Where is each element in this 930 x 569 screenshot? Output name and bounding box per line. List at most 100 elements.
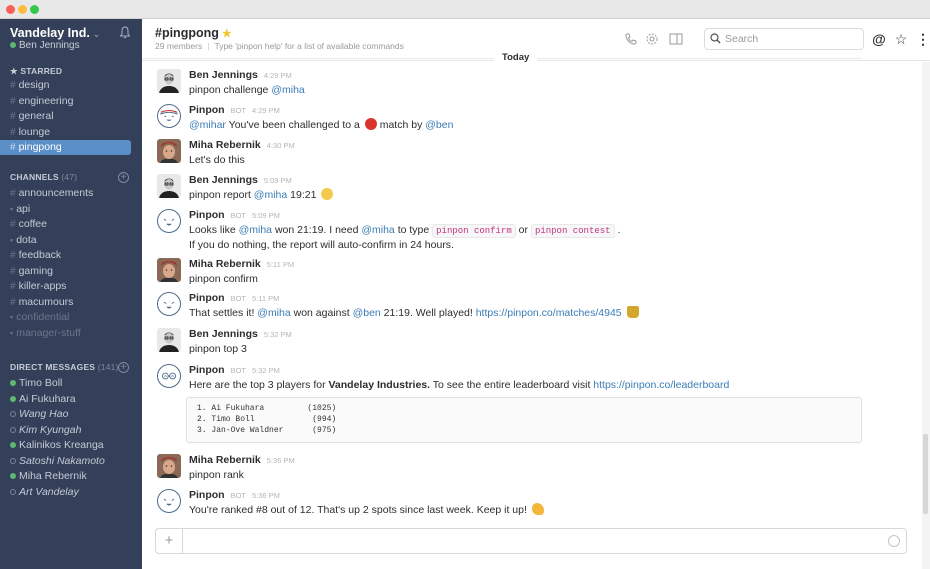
phone-icon[interactable] — [624, 32, 638, 46]
search-icon — [710, 33, 721, 44]
starred-channel-icon[interactable]: ★ — [222, 28, 232, 40]
avatar[interactable] — [157, 292, 181, 316]
timestamp[interactable]: 5:11 PM — [252, 294, 279, 303]
author-name[interactable]: Ben Jennings — [189, 174, 258, 186]
avatar[interactable] — [157, 174, 181, 198]
sidebar-item-lounge[interactable]: # lounge — [0, 125, 131, 140]
sidebar-item-coffee[interactable]: # coffee — [0, 217, 131, 232]
timestamp[interactable]: 4:29 PM — [264, 71, 292, 80]
avatar[interactable] — [157, 258, 181, 282]
attach-file-button[interactable]: + — [156, 529, 183, 553]
timestamp[interactable]: 5:36 PM — [267, 456, 295, 465]
user-mention[interactable]: @miha — [361, 224, 394, 236]
message-link[interactable]: https://pinpon.co/matches/4945 — [476, 307, 622, 319]
user-mention[interactable]: @miha — [254, 189, 287, 201]
dm-item-art-vandelay[interactable]: Art Vandelay — [0, 485, 131, 500]
user-mention[interactable]: @miha — [239, 224, 272, 236]
dm-item-kalinikos-kreanga[interactable]: Kalinikos Kreanga — [0, 438, 131, 453]
member-count[interactable]: 29 members — [155, 41, 202, 51]
add-direct-message-icon[interactable]: + — [118, 362, 129, 373]
notifications-bell-icon[interactable] — [119, 26, 131, 39]
minimize-window-button[interactable] — [18, 5, 27, 14]
author-name[interactable]: Pinpon — [189, 364, 225, 376]
avatar[interactable] — [157, 104, 181, 128]
avatar[interactable] — [157, 139, 181, 163]
timestamp[interactable]: 5:32 PM — [252, 366, 280, 375]
user-mention[interactable]: @miha — [257, 307, 290, 319]
sidebar-item-feedback[interactable]: # feedback — [0, 248, 131, 263]
message-composer[interactable]: + — [155, 528, 907, 554]
channel-topic: Type 'pinpon help' for a list of availab… — [214, 41, 404, 51]
avatar[interactable] — [157, 454, 181, 478]
avatar[interactable] — [157, 69, 181, 93]
author-name[interactable]: Ben Jennings — [189, 69, 258, 81]
author-name[interactable]: Pinpon — [189, 292, 225, 304]
timestamp[interactable]: 4:29 PM — [252, 106, 280, 115]
maximize-window-button[interactable] — [30, 5, 39, 14]
message-text: That settles it! @miha won against @ben … — [189, 306, 639, 320]
author-name[interactable]: Miha Rebernik — [189, 258, 261, 270]
author-name[interactable]: Ben Jennings — [189, 328, 258, 340]
hash-icon: # — [10, 281, 16, 292]
sidebar-item-general[interactable]: # general — [0, 109, 131, 124]
sidebar-item-pingpong[interactable]: # pingpong — [0, 140, 131, 155]
team-menu[interactable]: Vandelay Ind. ⌄ — [10, 26, 100, 40]
dm-item-timo-boll[interactable]: Timo Boll — [0, 376, 131, 391]
dm-item-label: Kalinikos Kreanga — [19, 439, 104, 451]
sidebar-item-label: engineering — [18, 94, 74, 107]
author-name[interactable]: Pinpon — [189, 209, 225, 221]
current-user[interactable]: Ben Jennings — [10, 40, 80, 51]
dm-item-kim-kyungah[interactable]: Kim Kyungah — [0, 423, 131, 438]
user-mention[interactable]: @ben — [353, 307, 381, 319]
sidebar-item-announcements[interactable]: # announcements — [0, 186, 131, 201]
channel-title[interactable]: #pingpong ★ — [155, 26, 232, 40]
add-channel-icon[interactable]: + — [118, 172, 129, 183]
dm-item-ai-fukuhara[interactable]: Ai Fukuhara — [0, 392, 131, 407]
sidebar-item-killer-apps[interactable]: # killer-apps — [0, 279, 131, 294]
sidebar-item-macumours[interactable]: # macumours — [0, 295, 131, 310]
timestamp[interactable]: 5:09 PM — [264, 176, 292, 185]
sidebar-item-label: macumours — [18, 295, 74, 308]
timestamp[interactable]: 5:36 PM — [252, 491, 280, 500]
avatar[interactable] — [157, 489, 181, 513]
sidebar-item-gaming[interactable]: # gaming — [0, 264, 131, 279]
channels-section-header[interactable]: CHANNELS (47) — [10, 172, 77, 182]
timestamp[interactable]: 5:32 PM — [264, 330, 292, 339]
dm-item-wang-hao[interactable]: Wang Hao — [0, 407, 131, 422]
sidebar-item-api[interactable]: ▪ api — [0, 202, 131, 217]
author-name[interactable]: Pinpon — [189, 104, 225, 116]
message-scrollbar[interactable] — [922, 62, 930, 569]
sidebar-item-design[interactable]: # design — [0, 78, 131, 93]
avatar[interactable] — [157, 364, 181, 388]
dm-item-satoshi-nakamoto[interactable]: Satoshi Nakamoto — [0, 454, 131, 469]
user-mention[interactable]: @mihar — [189, 119, 226, 131]
more-icon[interactable]: ⋮ — [916, 32, 930, 46]
author-name[interactable]: Miha Rebernik — [189, 454, 261, 466]
message-text: pinpon top 3 — [189, 342, 247, 356]
message-link[interactable]: https://pinpon.co/leaderboard — [593, 379, 729, 391]
sidebar-item-confidential[interactable]: ▪ confidential — [0, 310, 131, 325]
timestamp[interactable]: 5:11 PM — [267, 260, 294, 269]
sidebar-toggle-icon[interactable] — [669, 32, 683, 46]
search-input[interactable]: Search — [704, 28, 864, 50]
close-window-button[interactable] — [6, 5, 15, 14]
direct-messages-section-header[interactable]: DIRECT MESSAGES (141) — [10, 362, 119, 372]
user-mention[interactable]: @ben — [425, 119, 453, 131]
timestamp[interactable]: 5:09 PM — [252, 211, 280, 220]
sidebar-item-dota[interactable]: ▪ dota — [0, 233, 131, 248]
author-name[interactable]: Miha Rebernik — [189, 139, 261, 151]
scrollbar-thumb[interactable] — [923, 434, 928, 514]
sidebar-item-label: pingpong — [18, 141, 62, 153]
sidebar-item-manager-stuff[interactable]: ▪ manager-stuff — [0, 326, 131, 341]
avatar[interactable] — [157, 328, 181, 352]
gear-icon[interactable] — [645, 32, 659, 46]
author-name[interactable]: Pinpon — [189, 489, 225, 501]
timestamp[interactable]: 4:30 PM — [267, 141, 295, 150]
emoji-picker-icon[interactable] — [888, 535, 900, 547]
avatar[interactable] — [157, 209, 181, 233]
mention-icon[interactable]: @ — [872, 32, 886, 46]
dm-item-miha-rebernik[interactable]: Miha Rebernik — [0, 469, 131, 484]
sidebar-item-engineering[interactable]: # engineering — [0, 94, 131, 109]
user-mention[interactable]: @miha — [271, 84, 304, 96]
star-icon[interactable]: ☆ — [894, 32, 908, 46]
